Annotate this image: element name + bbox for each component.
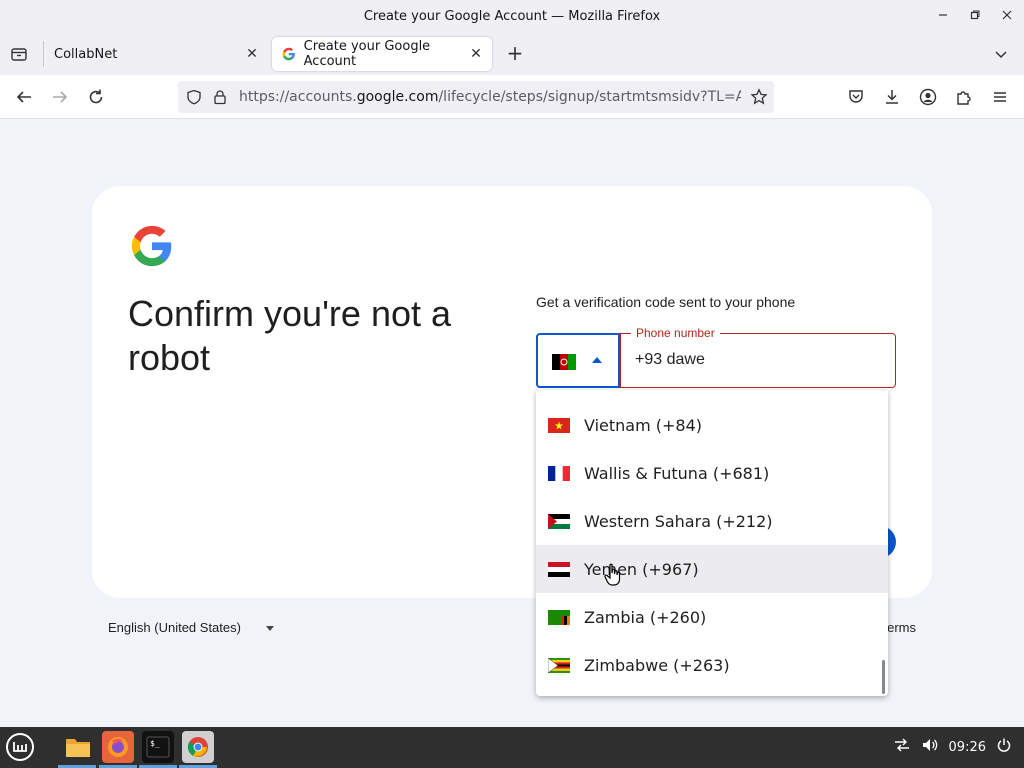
reload-icon[interactable] — [84, 85, 108, 109]
terminal-icon[interactable]: $_ — [142, 731, 174, 763]
fr-flag-icon — [548, 466, 570, 481]
tab-label: CollabNet — [54, 46, 118, 62]
tab-strip: CollabNet ✕ Create your Google Account ✕… — [0, 33, 1024, 75]
page-title: Confirm you're not a robot — [128, 293, 452, 378]
page-subtitle: Get a verification code sent to your pho… — [536, 294, 796, 310]
close-tab-icon[interactable]: ✕ — [468, 46, 484, 62]
minimize-icon[interactable] — [934, 6, 952, 24]
country-code-select[interactable] — [536, 333, 620, 388]
lock-icon[interactable] — [211, 88, 229, 106]
forward-icon[interactable] — [48, 85, 72, 109]
close-icon[interactable] — [998, 6, 1016, 24]
eh-flag-icon — [548, 514, 570, 529]
list-item[interactable]: Yemen (+967) — [536, 545, 888, 593]
svg-text:$_: $_ — [150, 739, 160, 748]
window-titlebar: Create your Google Account — Mozilla Fir… — [0, 0, 1024, 33]
list-item[interactable]: Wallis & Futuna (+681) — [536, 449, 888, 497]
window-title: Create your Google Account — Mozilla Fir… — [363, 9, 661, 24]
list-item[interactable]: Vietnam (+84) — [536, 401, 888, 449]
af-flag-icon — [552, 354, 576, 370]
download-icon[interactable] — [880, 85, 904, 109]
system-taskbar: $_ 09:26 — [0, 727, 1024, 768]
language-selector[interactable]: English (United States) — [108, 620, 274, 635]
zw-flag-icon — [548, 658, 570, 673]
caret-down-icon — [266, 626, 274, 631]
ye-flag-icon — [548, 562, 570, 577]
menu-icon[interactable] — [988, 85, 1012, 109]
clock[interactable]: 09:26 — [949, 740, 986, 755]
pocket-icon[interactable] — [844, 85, 868, 109]
phone-number-field[interactable]: Phone number +93 dawe — [620, 326, 896, 388]
list-item[interactable]: Western Sahara (+212) — [536, 497, 888, 545]
restore-icon[interactable] — [966, 6, 984, 24]
mint-menu-icon[interactable] — [4, 731, 36, 763]
extensions-icon[interactable] — [952, 85, 976, 109]
navigation-toolbar: https://accounts.google.com/lifecycle/st… — [0, 75, 1024, 119]
back-icon[interactable] — [12, 85, 36, 109]
phone-number-label: Phone number — [631, 326, 720, 340]
new-tab-icon[interactable]: + — [504, 43, 526, 65]
hand-cursor-icon — [604, 563, 621, 586]
chrome-icon[interactable] — [182, 731, 214, 763]
bookmark-star-icon[interactable] — [750, 88, 768, 106]
url-text: https://accounts.google.com/lifecycle/st… — [239, 89, 741, 105]
chevron-down-icon[interactable] — [990, 43, 1012, 65]
tab-collabnet[interactable]: CollabNet ✕ — [44, 37, 268, 71]
tab-google-account[interactable]: Create your Google Account ✕ — [272, 37, 492, 71]
zm-flag-icon — [548, 610, 570, 625]
files-icon[interactable] — [62, 731, 94, 763]
list-item[interactable]: Zimbabwe (+263) — [536, 641, 888, 689]
language-label: English (United States) — [108, 620, 241, 635]
phone-number-input[interactable]: +93 dawe — [635, 351, 705, 369]
vn-flag-icon — [548, 418, 570, 433]
power-icon[interactable] — [996, 737, 1012, 757]
shield-icon[interactable] — [185, 88, 203, 106]
google-logo-icon — [131, 225, 172, 267]
window-controls — [934, 6, 1016, 24]
url-bar[interactable]: https://accounts.google.com/lifecycle/st… — [178, 81, 774, 113]
tab-list-icon[interactable] — [8, 43, 30, 65]
network-icon[interactable] — [893, 737, 911, 757]
firefox-icon[interactable] — [102, 731, 134, 763]
close-tab-icon[interactable]: ✕ — [244, 46, 260, 62]
system-tray: 09:26 — [893, 737, 1012, 757]
google-favicon-icon — [282, 47, 295, 61]
country-dropdown-list[interactable]: Vietnam (+84) Wallis & Futuna (+681) Wes… — [536, 390, 888, 696]
volume-icon[interactable] — [921, 737, 939, 757]
dropdown-scrollbar[interactable] — [882, 660, 885, 694]
caret-up-icon — [592, 357, 602, 363]
account-icon[interactable] — [916, 85, 940, 109]
tab-label: Create your Google Account — [303, 39, 431, 69]
list-item[interactable]: Zambia (+260) — [536, 593, 888, 641]
